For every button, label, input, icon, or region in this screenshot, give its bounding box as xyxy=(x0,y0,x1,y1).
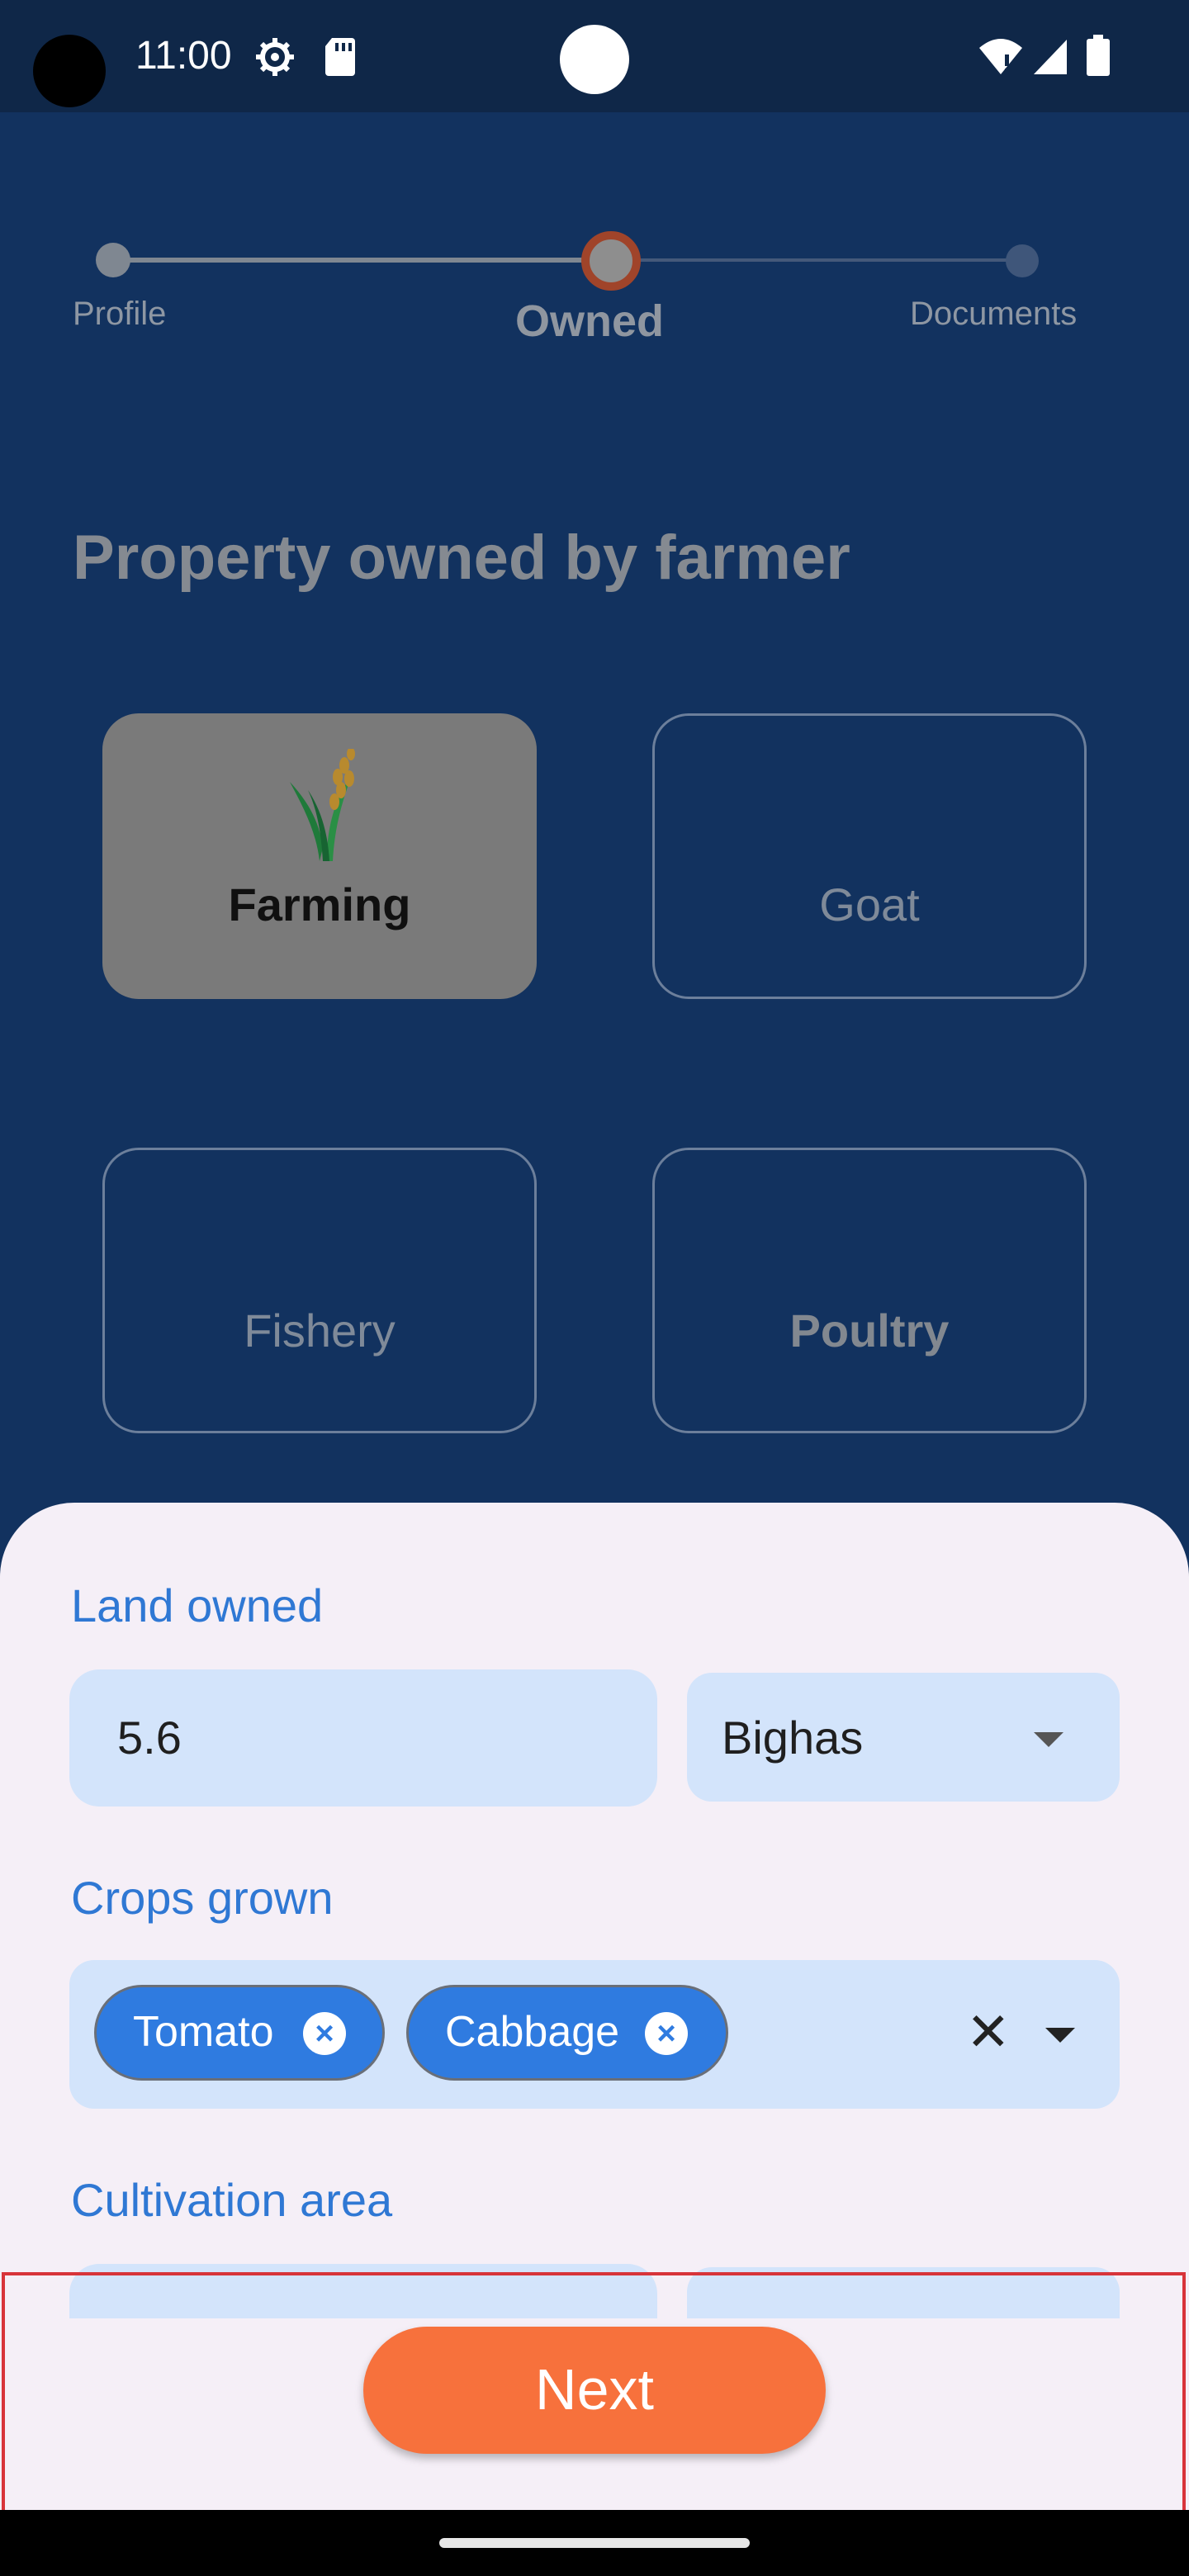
category-label-fishery: Fishery xyxy=(244,1305,396,1357)
category-label-farming: Farming xyxy=(228,878,411,930)
crops-grown-label: Crops grown xyxy=(71,1872,334,1924)
step-dot-owned[interactable] xyxy=(581,231,641,291)
signal-icon xyxy=(1034,40,1067,74)
crop-chip-tomato: Tomato × xyxy=(94,1985,385,2081)
step-label-profile: Profile xyxy=(73,296,167,332)
cultivation-area-label: Cultivation area xyxy=(71,2174,393,2226)
app-screen: 11:00 Profile Owned Documents Property o… xyxy=(0,0,1189,2576)
chip-remove-icon[interactable]: × xyxy=(303,2012,346,2055)
step-label-documents: Documents xyxy=(910,296,1078,332)
crop-icon xyxy=(290,749,355,861)
land-owned-label: Land owned xyxy=(71,1579,324,1631)
gear-icon xyxy=(256,38,294,76)
category-card-farming[interactable]: Farming xyxy=(102,713,537,999)
crops-multiselect[interactable]: Tomato × Cabbage × ✕ xyxy=(69,1960,1120,2109)
category-card-goat[interactable]: Goat xyxy=(652,713,1087,999)
category-card-fishery[interactable]: Fishery xyxy=(102,1148,537,1433)
land-unit-select[interactable]: Bighas xyxy=(687,1673,1120,1802)
crop-chip-label: Tomato xyxy=(133,2008,274,2056)
sd-card-icon xyxy=(325,38,355,76)
highlight-box xyxy=(2,2272,1186,2530)
chevron-down-icon[interactable] xyxy=(1045,2028,1075,2043)
chevron-down-icon xyxy=(1034,1732,1063,1747)
clear-icon[interactable]: ✕ xyxy=(966,2001,1011,2063)
status-time: 11:00 xyxy=(135,34,232,78)
page-title: Property owned by farmer xyxy=(73,523,850,593)
step-dot-documents[interactable] xyxy=(1006,244,1039,277)
home-indicator[interactable] xyxy=(439,2538,750,2548)
camera-cutout xyxy=(33,35,106,107)
category-label-goat: Goat xyxy=(819,878,920,930)
crop-chip-label: Cabbage xyxy=(445,2008,620,2056)
chip-remove-icon[interactable]: × xyxy=(645,2012,688,2055)
wifi-icon xyxy=(979,39,1022,74)
stepper-line-pending xyxy=(611,258,1024,262)
battery-icon xyxy=(1087,35,1110,76)
stepper-line-completed xyxy=(112,258,611,263)
front-sensor xyxy=(560,25,629,94)
step-dot-profile[interactable] xyxy=(96,243,130,277)
land-unit-value: Bighas xyxy=(722,1712,864,1764)
crop-chip-cabbage: Cabbage × xyxy=(406,1985,728,2081)
category-label-poultry: Poultry xyxy=(789,1305,950,1357)
land-owned-value: 5.6 xyxy=(117,1712,182,1764)
status-bar: 11:00 xyxy=(0,0,1189,112)
step-label-owned: Owned xyxy=(515,296,665,346)
progress-stepper: Profile Owned Documents xyxy=(0,231,1189,355)
land-owned-input[interactable]: 5.6 xyxy=(69,1669,657,1807)
category-card-poultry[interactable]: Poultry xyxy=(652,1148,1087,1433)
